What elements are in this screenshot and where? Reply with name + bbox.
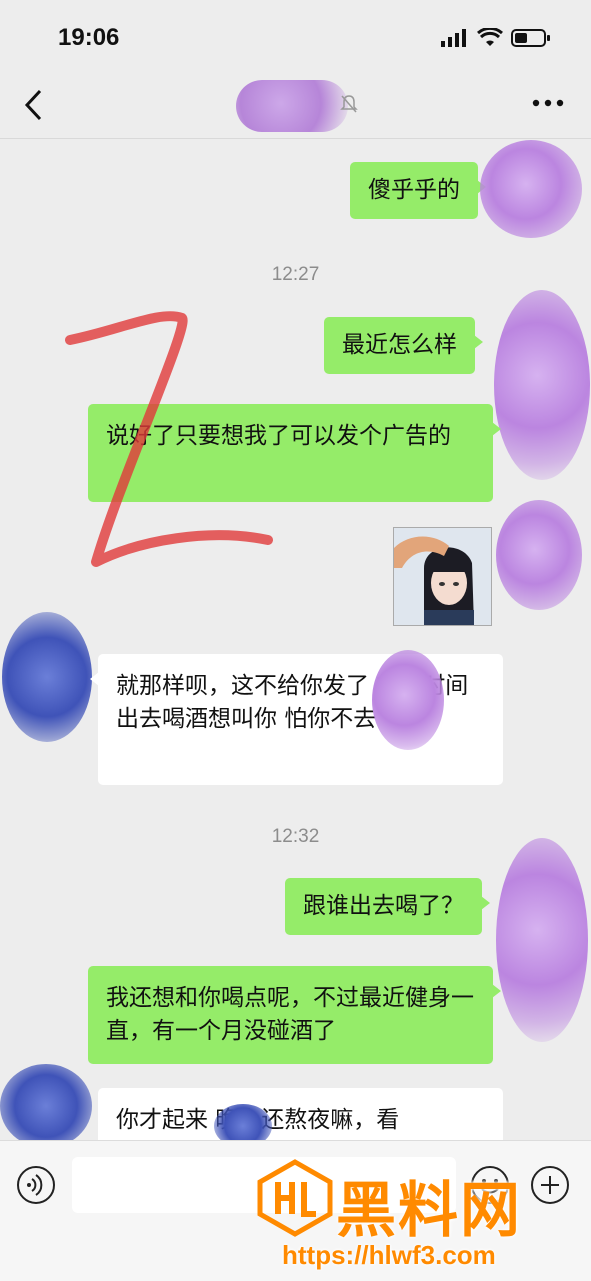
voice-icon[interactable] (16, 1165, 56, 1205)
status-bar: 19:06 (0, 0, 591, 70)
message-bubble-sent[interactable]: 跟谁出去喝了？ (285, 878, 490, 935)
bell-off-icon (340, 95, 358, 113)
avatar[interactable] (496, 500, 582, 610)
message-bubble-received[interactable]: 就那样呗，这不给你发了 前段时间出去喝酒想叫你 怕你不去 (90, 654, 503, 785)
watermark: 黑料网 https://hlwf3.com (256, 1158, 591, 1280)
message-text: 傻乎乎的 (368, 177, 460, 203)
name-redaction (372, 650, 444, 750)
status-icons (441, 28, 551, 48)
anime-girl-sticker (394, 528, 491, 625)
avatar[interactable] (480, 140, 582, 238)
timestamp: 12:32 (271, 826, 320, 847)
more-icon[interactable] (531, 96, 565, 110)
avatar[interactable] (494, 290, 590, 480)
avatar[interactable] (0, 1064, 92, 1148)
watermark-name: 黑料网 (336, 1176, 522, 1246)
watermark-url: https://hlwf3.com (282, 1240, 496, 1270)
red-z-annotation (65, 311, 273, 567)
message-bubble-sent[interactable]: 我还想和你喝点呢，不过最近健身一直，有一个月没碰酒了 (88, 966, 501, 1064)
sticker-image[interactable] (393, 527, 492, 626)
message-bubble-sent[interactable]: 最近怎么样 (324, 317, 483, 374)
battery-icon (511, 29, 550, 47)
contact-name-redacted (236, 80, 348, 132)
avatar[interactable] (496, 838, 588, 1042)
watermark-logo-icon (257, 1159, 333, 1237)
message-text: 跟谁出去喝了？ (303, 893, 464, 919)
wifi-icon (477, 28, 503, 46)
signal-icon (441, 29, 466, 47)
timestamp: 12:27 (271, 264, 320, 285)
message-text: 我还想和你喝点呢，不过最近健身一直，有一个月没碰酒了 (106, 985, 474, 1044)
avatar[interactable] (2, 612, 92, 742)
message-text: 最近怎么样 (342, 332, 457, 358)
status-time: 19:06 (58, 24, 120, 51)
chat-header (0, 70, 591, 139)
back-arrow-icon[interactable] (22, 88, 46, 122)
message-bubble-sent[interactable]: 傻乎乎的 (350, 162, 486, 219)
